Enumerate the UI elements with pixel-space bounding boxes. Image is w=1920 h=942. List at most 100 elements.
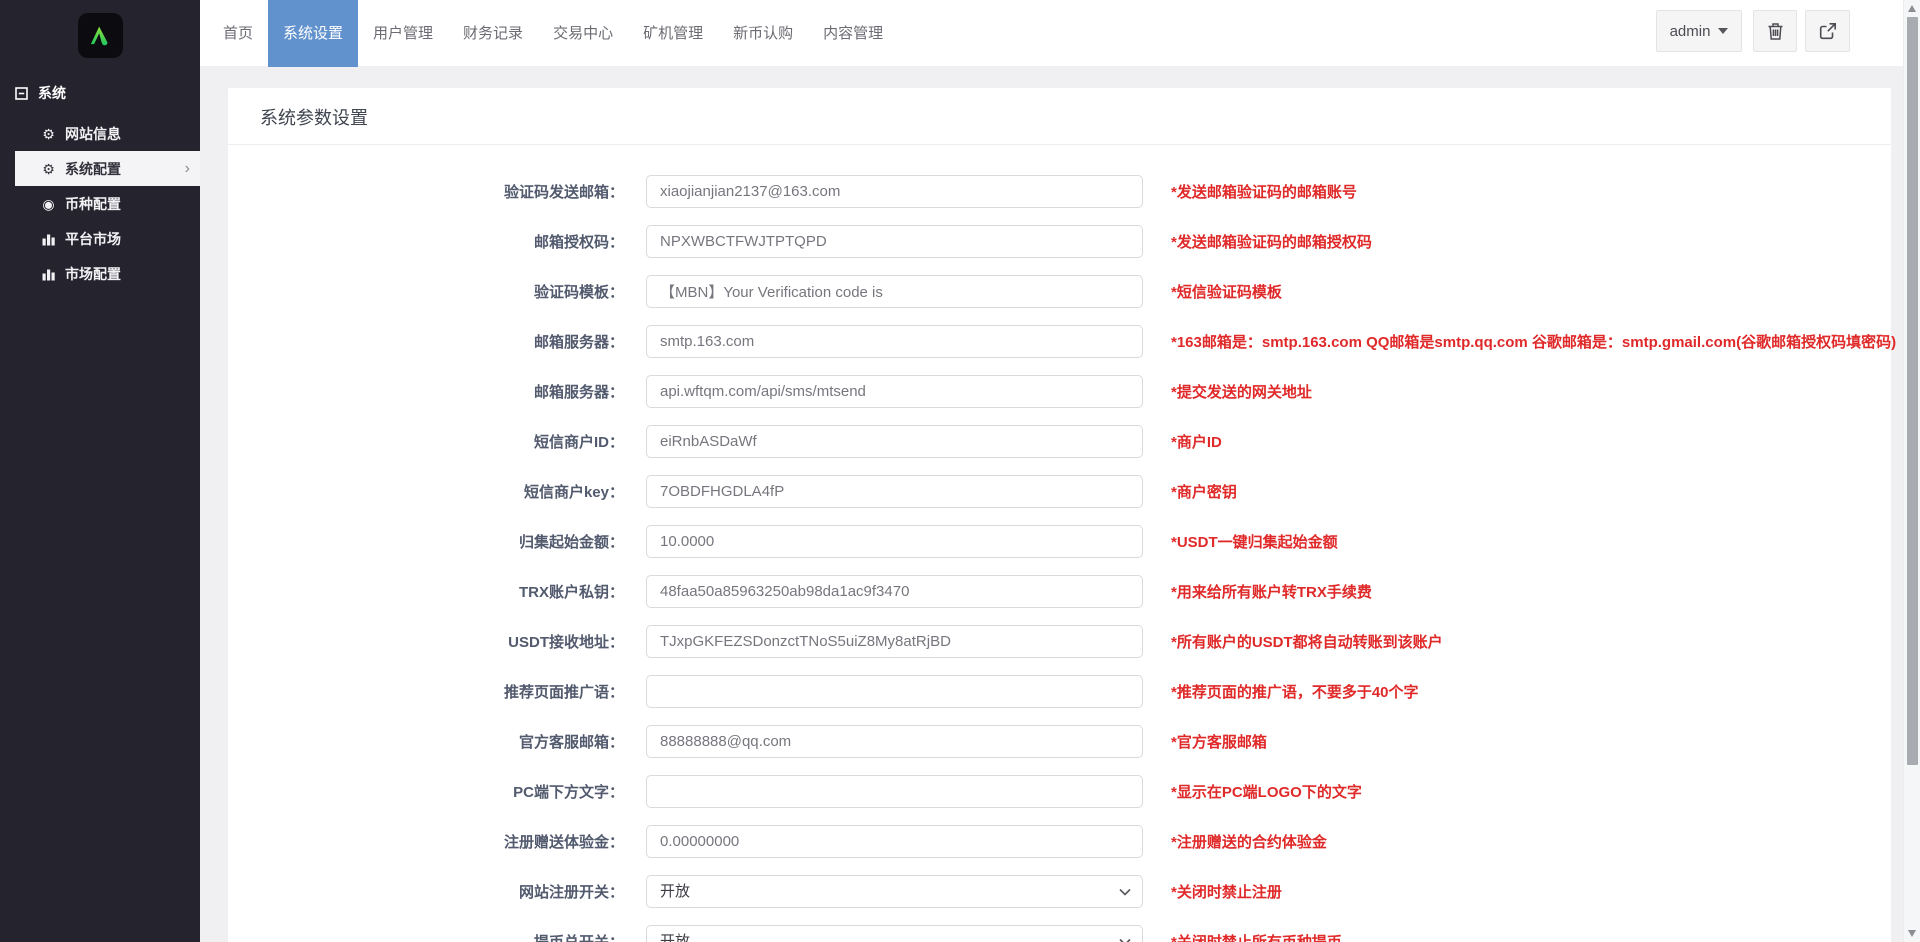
field-input[interactable] — [646, 275, 1143, 308]
field-control — [646, 375, 1143, 408]
caret-down-icon — [1718, 28, 1729, 34]
field-hint: *注册赠送的合约体验金 — [1171, 834, 1327, 851]
nav-tab[interactable]: 矿机管理 — [628, 0, 718, 67]
field-control — [646, 525, 1143, 558]
field-hint: *商户密钥 — [1171, 484, 1237, 501]
field-input[interactable] — [646, 575, 1143, 608]
field-label: 验证码模板： — [533, 284, 624, 301]
field-hint: *所有账户的USDT都将自动转账到该账户 — [1171, 634, 1443, 651]
field-label: 邮箱服务器： — [533, 334, 624, 351]
sidebar: 系统 ⚙ 网站信息 ⚙ 系统配置 › ◉ 币种配置 平台市场 市场配置 — [0, 0, 200, 942]
field-hint: *关闭时禁止所有币种提币 — [1171, 931, 1342, 942]
nav-tab-label: 用户管理 — [373, 25, 434, 42]
admin-app: 系统 ⚙ 网站信息 ⚙ 系统配置 › ◉ 币种配置 平台市场 市场配置 首页 系… — [0, 0, 1920, 942]
nav-tab[interactable]: 首页 — [208, 0, 268, 67]
field-label: 提币总开关： — [240, 931, 646, 942]
scrollbar-thumb[interactable] — [1907, 17, 1918, 765]
field-control — [646, 625, 1143, 658]
field-hint: *显示在PC端LOGO下的文字 — [1171, 784, 1362, 801]
nav-tab[interactable]: 新币认购 — [718, 0, 808, 67]
field-input[interactable] — [646, 375, 1143, 408]
form-row: 官方客服邮箱： *官方客服邮箱 — [240, 725, 1891, 758]
field-label: PC端下方文字： — [513, 784, 624, 801]
field-control — [646, 775, 1143, 808]
field-control — [646, 175, 1143, 208]
nav-tab[interactable]: 内容管理 — [808, 0, 898, 67]
field-hint: *发送邮箱验证码的邮箱授权码 — [1171, 234, 1372, 251]
field-input[interactable] — [646, 675, 1143, 708]
sidebar-item[interactable]: 平台市场 — [0, 221, 200, 256]
field-hint: *USDT一键归集起始金额 — [1171, 534, 1338, 551]
gear-icon: ⚙ — [42, 160, 55, 177]
field-select[interactable]: 开放 — [646, 875, 1143, 908]
field-control — [646, 475, 1143, 508]
field-label: 注册赠送体验金： — [503, 834, 624, 851]
field-hint: *用来给所有账户转TRX手续费 — [1171, 584, 1372, 601]
gear-icon: ⚙ — [42, 125, 55, 142]
field-control — [646, 425, 1143, 458]
field-label: 邮箱授权码： — [533, 234, 624, 251]
target-icon: ◉ — [42, 195, 55, 212]
export-button[interactable] — [1805, 10, 1850, 52]
field-control — [646, 325, 1143, 358]
settings-form: 验证码发送邮箱： *发送邮箱验证码的邮箱账号 邮箱授权码： *发送邮箱验证码的邮… — [228, 145, 1896, 942]
trash-button[interactable] — [1753, 10, 1797, 52]
field-input[interactable] — [646, 625, 1143, 658]
field-label: 短信商户key： — [523, 484, 624, 501]
field-input[interactable] — [646, 225, 1143, 258]
field-label: 官方客服邮箱： — [518, 734, 624, 751]
field-control: 开放 — [646, 875, 1143, 908]
sidebar-item[interactable]: ◉ 币种配置 — [0, 186, 200, 221]
field-input[interactable] — [646, 725, 1143, 758]
form-row: 验证码发送邮箱： *发送邮箱验证码的邮箱账号 — [240, 175, 1891, 208]
field-label: 邮箱服务器： — [533, 384, 624, 401]
nav-tab-label: 新币认购 — [733, 25, 794, 42]
field-input[interactable] — [646, 825, 1143, 858]
logo-wrap — [0, 0, 200, 64]
field-label: 短信商户ID： — [533, 434, 624, 451]
field-control — [646, 225, 1143, 258]
form-row: 网站注册开关： 开放 *关闭时禁止注册 — [240, 875, 1891, 908]
nav-tab-label: 内容管理 — [823, 25, 884, 42]
nav-tab[interactable]: 系统设置 — [268, 0, 359, 67]
field-input[interactable] — [646, 425, 1143, 458]
field-control — [646, 675, 1143, 708]
topbar: 首页 系统设置 用户管理 财务记录 交易中心 矿机管理 新币认购 内容管理 ad… — [200, 0, 1903, 67]
sidebar-item[interactable]: ⚙ 系统配置 › — [15, 151, 200, 186]
field-input[interactable] — [646, 175, 1143, 208]
field-input[interactable] — [646, 775, 1143, 808]
field-control — [646, 825, 1143, 858]
form-row: 短信商户ID： *商户ID — [240, 425, 1891, 458]
page-title: 系统参数设置 — [228, 88, 1891, 145]
field-control — [646, 575, 1143, 608]
field-label: 推荐页面推广语： — [503, 684, 624, 701]
field-label: 归集起始金额： — [518, 534, 624, 551]
field-input[interactable] — [646, 325, 1143, 358]
scroll-down-icon[interactable] — [1908, 930, 1916, 937]
sidebar-item[interactable]: 市场配置 — [0, 256, 200, 291]
sidebar-item[interactable]: ⚙ 网站信息 — [0, 116, 200, 151]
nav-tab[interactable]: 交易中心 — [538, 0, 628, 67]
field-control — [646, 275, 1143, 308]
nav-tab-label: 首页 — [223, 25, 254, 42]
field-label: TRX账户私钥： — [518, 584, 624, 601]
scroll-up-icon[interactable] — [1908, 5, 1916, 12]
nav-tab[interactable]: 财务记录 — [448, 0, 538, 67]
app-logo — [77, 12, 123, 58]
admin-user-label: admin — [1669, 22, 1711, 40]
nav-tabs: 首页 系统设置 用户管理 财务记录 交易中心 矿机管理 新币认购 内容管理 — [208, 0, 898, 67]
sidebar-menu: ⚙ 网站信息 ⚙ 系统配置 › ◉ 币种配置 平台市场 市场配置 — [0, 116, 200, 291]
form-row: TRX账户私钥： *用来给所有账户转TRX手续费 — [240, 575, 1891, 608]
admin-user-menu[interactable]: admin — [1656, 10, 1742, 52]
field-select[interactable]: 开放 — [646, 925, 1143, 942]
field-control: 开放 — [646, 925, 1143, 942]
field-input[interactable] — [646, 475, 1143, 508]
vertical-scrollbar[interactable] — [1903, 0, 1920, 942]
sidebar-group-label: 系统 — [38, 85, 66, 101]
sidebar-item-label: 市场配置 — [65, 265, 121, 282]
field-input[interactable] — [646, 525, 1143, 558]
logo-a-icon — [90, 26, 108, 46]
sidebar-item-label: 系统配置 — [65, 160, 121, 177]
sidebar-group-system[interactable]: 系统 — [0, 76, 200, 110]
nav-tab[interactable]: 用户管理 — [358, 0, 448, 67]
